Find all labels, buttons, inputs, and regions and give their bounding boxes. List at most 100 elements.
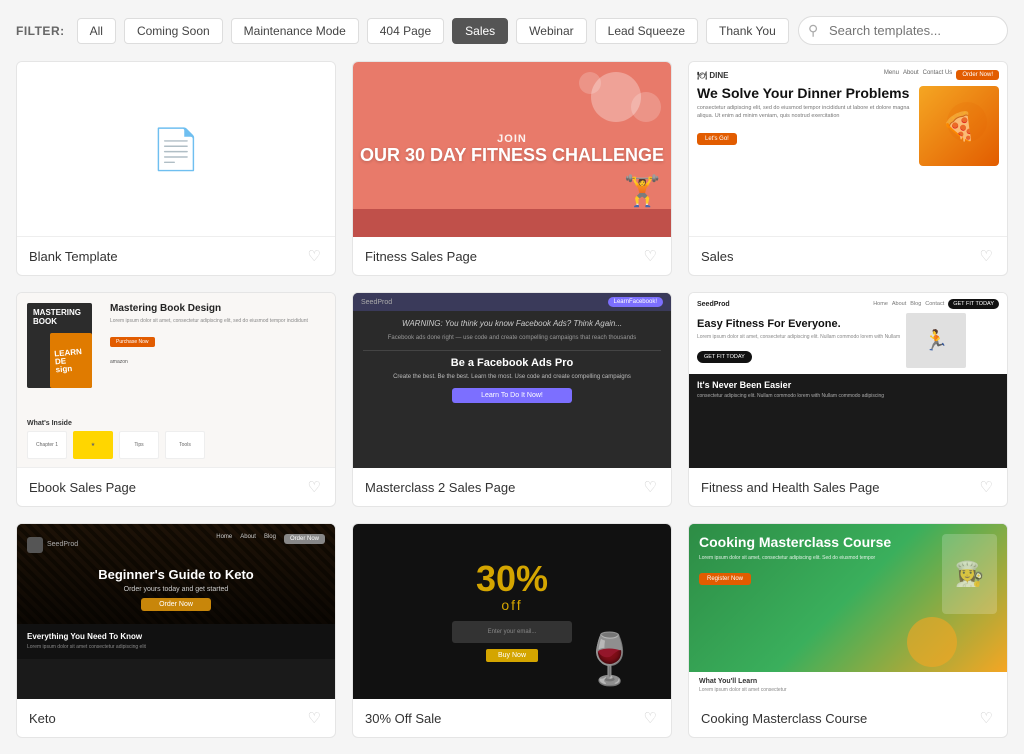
fitness-join-text: JOIN [360, 133, 664, 145]
filter-btn-coming-soon[interactable]: Coming Soon [124, 18, 223, 44]
template-title: Sales [701, 249, 734, 264]
nav-cta: Order Now! [956, 70, 999, 80]
template-thumb-fitness-health: SeedProd Home About Blog Contact GET FIT… [689, 293, 1007, 468]
nav-item: Blog [910, 301, 921, 307]
ebook-text: Mastering Book Design Lorem ipsum dolor … [110, 303, 325, 388]
ebook-item: Tools [165, 431, 205, 459]
sales-logo: 🍽 DINE [697, 71, 729, 80]
ebook-item: Chapter 1 [27, 431, 67, 459]
sale-off-text: off [452, 597, 572, 613]
book-title: MASTERING BOOK [33, 309, 86, 327]
sales-body: consectetur adipiscing elit, sed do eius… [697, 105, 911, 120]
nav-item: Blog [264, 534, 276, 544]
book-sub-text: LEARNDEsign [54, 347, 88, 374]
ebook-items-list: Chapter 1 ★ Tips Tools [27, 431, 325, 459]
keto-headline: Beginner's Guide to Keto [27, 567, 325, 583]
document-icon: 📄 [151, 126, 201, 173]
filter-btn-404[interactable]: 404 Page [367, 18, 444, 44]
ebook-amazon: amazon [110, 359, 128, 365]
ebook-body: Lorem ipsum dolor sit amet, consectetur … [110, 318, 325, 325]
template-title: Keto [29, 711, 56, 726]
card-footer: Fitness and Health Sales Page ♡ [689, 468, 1007, 506]
person-icon: 🏋️ [624, 174, 661, 209]
template-card-fitness-health[interactable]: SeedProd Home About Blog Contact GET FIT… [688, 292, 1008, 507]
filter-bar: FILTER: All Coming Soon Maintenance Mode… [16, 16, 1008, 45]
keto-nav: Home About Blog Order Now [216, 534, 325, 544]
ebook-item: Tips [119, 431, 159, 459]
template-title: Ebook Sales Page [29, 480, 136, 495]
ebook-headline: Mastering Book Design [110, 303, 325, 314]
filter-btn-thank-you[interactable]: Thank You [706, 18, 789, 44]
fitness-sub-bar [353, 209, 671, 237]
favorite-button[interactable]: ♡ [642, 245, 659, 267]
cooking-bottom-body: Lorem ipsum dolor sit amet consectetur [699, 687, 997, 693]
template-title: Fitness Sales Page [365, 249, 477, 264]
filter-btn-all[interactable]: All [77, 18, 116, 44]
nav-item: Menu [884, 70, 899, 80]
card-footer: Sales ♡ [689, 237, 1007, 275]
template-title: 30% Off Sale [365, 711, 441, 726]
cooking-person-image: 👩‍🍳 [942, 534, 997, 614]
cooking-bottom-title: What You'll Learn [699, 678, 997, 685]
card-footer: Masterclass 2 Sales Page ♡ [353, 468, 671, 506]
nav-item: Contact [925, 301, 944, 307]
favorite-button[interactable]: ♡ [306, 245, 323, 267]
fh-nav: Home About Blog Contact GET FIT TODAY [873, 299, 999, 309]
favorite-button[interactable]: ♡ [306, 476, 323, 498]
template-title: Masterclass 2 Sales Page [365, 480, 515, 495]
template-card-cooking[interactable]: Cooking Masterclass Course Lorem ipsum d… [688, 523, 1008, 738]
template-card-fitness[interactable]: JOIN OUR 30 DAY FITNESS CHALLENGE 🏋️ Fit… [352, 61, 672, 276]
card-footer: Keto ♡ [17, 699, 335, 737]
template-title: Blank Template [29, 249, 118, 264]
template-card-blank[interactable]: 📄 Blank Template ♡ [16, 61, 336, 276]
template-card-masterclass[interactable]: SeedProd LearnFacebook! WARNING: You thi… [352, 292, 672, 507]
sale-input-placeholder: Enter your email... [488, 629, 537, 635]
keto-bottom-headline: Everything You Need To Know [27, 632, 325, 641]
filter-label: FILTER: [16, 24, 65, 38]
cooking-text: Cooking Masterclass Course Lorem ipsum d… [699, 534, 936, 585]
favorite-button[interactable]: ♡ [642, 476, 659, 498]
decorative-circle [907, 617, 957, 667]
cooking-body: Lorem ipsum dolor sit amet, consectetur … [699, 555, 936, 562]
keto-bottom: Everything You Need To Know Lorem ipsum … [17, 624, 335, 659]
keto-cta-top: Order Now [284, 534, 325, 544]
master-warning: WARNING: You think you know Facebook Ads… [363, 319, 661, 328]
keto-logo [27, 537, 43, 553]
sales-nav: 🍽 DINE Menu About Contact Us Order Now! [697, 70, 999, 80]
nav-item: Home [873, 301, 888, 307]
filter-btn-maintenance[interactable]: Maintenance Mode [231, 18, 359, 44]
fh-dark-headline: It's Never Been Easier [697, 380, 999, 390]
favorite-button[interactable]: ♡ [306, 707, 323, 729]
template-card-keto[interactable]: SeedProd Home About Blog Order Now Begin… [16, 523, 336, 738]
cooking-headline: Cooking Masterclass Course [699, 534, 936, 551]
favorite-button[interactable]: ♡ [978, 476, 995, 498]
card-footer: Fitness Sales Page ♡ [353, 237, 671, 275]
filter-btn-sales[interactable]: Sales [452, 18, 508, 44]
master-top-bar: SeedProd LearnFacebook! [353, 293, 671, 311]
template-thumb-sales: 🍽 DINE Menu About Contact Us Order Now! … [689, 62, 1007, 237]
search-input[interactable] [798, 16, 1008, 45]
cooking-cta: Register Now [699, 573, 751, 585]
filter-btn-webinar[interactable]: Webinar [516, 18, 586, 44]
sales-headline: We Solve Your Dinner Problems [697, 86, 911, 101]
sales-cta: Let's Go! [697, 133, 737, 145]
template-card-sale[interactable]: 30% off Enter your email... Buy Now 🍷 30… [352, 523, 672, 738]
favorite-button[interactable]: ♡ [978, 707, 995, 729]
template-thumb-blank: 📄 [17, 62, 335, 237]
template-card-sales[interactable]: 🍽 DINE Menu About Contact Us Order Now! … [688, 61, 1008, 276]
favorite-button[interactable]: ♡ [978, 245, 995, 267]
card-footer: Ebook Sales Page ♡ [17, 468, 335, 506]
master-hero: WARNING: You think you know Facebook Ads… [353, 311, 671, 468]
nav-item: Contact Us [923, 70, 953, 80]
fitness-text-block: JOIN OUR 30 DAY FITNESS CHALLENGE [360, 133, 664, 167]
search-box: ⚲ [798, 16, 1008, 45]
fh-brand: SeedProd [697, 301, 730, 308]
sales-text-block: We Solve Your Dinner Problems consectetu… [697, 86, 911, 166]
template-thumb-fitness: JOIN OUR 30 DAY FITNESS CHALLENGE 🏋️ [353, 62, 671, 237]
favorite-button[interactable]: ♡ [642, 707, 659, 729]
filter-btn-lead-squeeze[interactable]: Lead Squeeze [595, 18, 698, 44]
template-card-ebook[interactable]: MASTERING BOOK LEARNDEsign Mastering Boo… [16, 292, 336, 507]
keto-brand-text: SeedProd [47, 541, 78, 548]
template-thumb-keto: SeedProd Home About Blog Order Now Begin… [17, 524, 335, 699]
fh-body: Lorem ipsum dolor sit amet, consectetur … [697, 334, 900, 341]
